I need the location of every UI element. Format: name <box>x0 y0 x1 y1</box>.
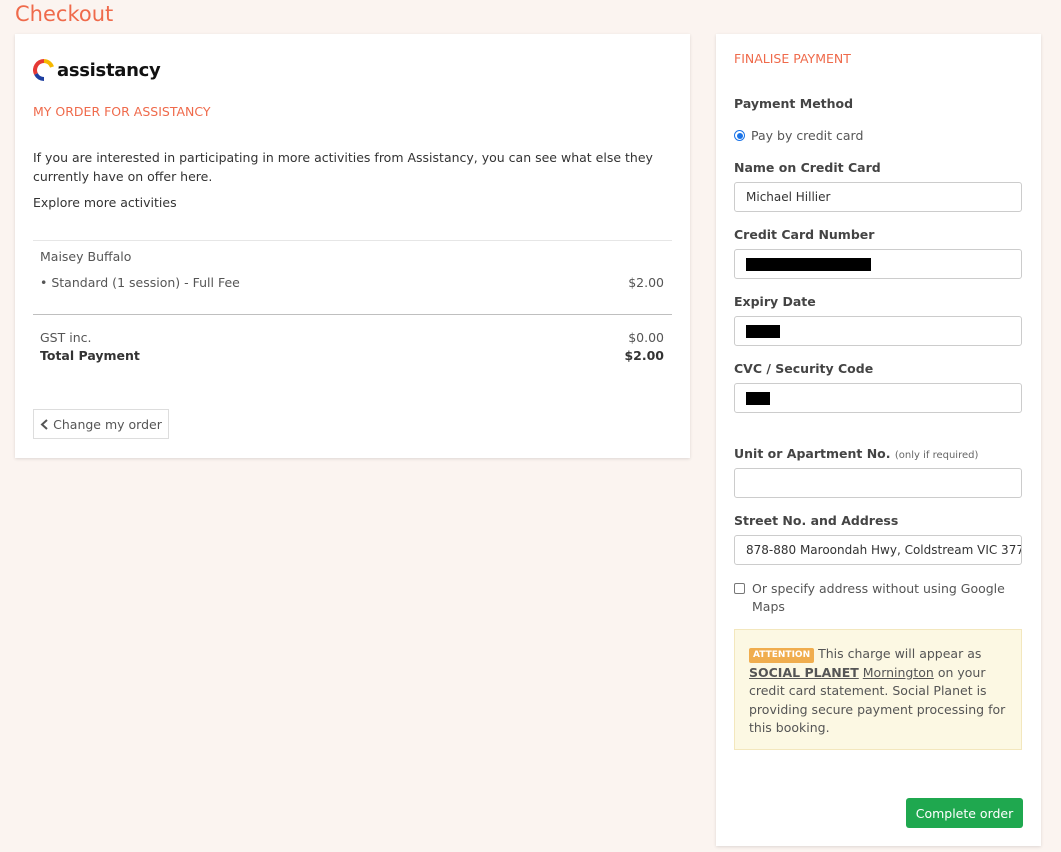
manual-address-checkbox[interactable] <box>734 583 745 594</box>
brand-logo-icon <box>33 59 54 81</box>
attention-prefix: This charge will appear as <box>818 646 982 661</box>
pay-by-card-label: Pay by credit card <box>751 128 864 143</box>
cvc-field[interactable] <box>734 383 1022 413</box>
attention-notice: ATTENTION This charge will appear as SOC… <box>734 629 1022 750</box>
unit-field[interactable] <box>734 468 1022 498</box>
redacted-card-number <box>746 258 871 271</box>
gst-label: GST inc. <box>40 330 92 345</box>
brand-logo: assistancy <box>33 56 161 84</box>
line-item-description: • Standard (1 session) - Full Fee <box>40 275 240 290</box>
card-number-label: Credit Card Number <box>734 227 875 242</box>
card-number-field[interactable] <box>734 249 1022 279</box>
card-name-label: Name on Credit Card <box>734 160 881 175</box>
change-order-label: Change my order <box>53 416 162 432</box>
complete-order-button[interactable]: Complete order <box>906 798 1023 828</box>
total-label: Total Payment <box>40 348 140 363</box>
pay-by-card-option[interactable]: Pay by credit card <box>734 128 863 143</box>
payment-card: FINALISE PAYMENT Payment Method Pay by c… <box>716 34 1041 846</box>
expiry-field[interactable] <box>734 316 1022 346</box>
chevron-left-icon <box>40 418 48 430</box>
street-address-field[interactable]: 878-880 Maroondah Hwy, Coldstream VIC 37… <box>734 535 1022 565</box>
expiry-label: Expiry Date <box>734 294 816 309</box>
attention-badge: ATTENTION <box>749 648 815 663</box>
gst-amount: $0.00 <box>628 330 664 345</box>
redacted-cvc <box>746 392 770 405</box>
card-name-field[interactable]: Michael Hillier <box>734 182 1022 212</box>
unit-hint: (only if required) <box>894 450 979 461</box>
unit-label-text: Unit or Apartment No. <box>734 446 891 461</box>
manual-address-option[interactable]: Or specify address without using Google … <box>734 580 1022 616</box>
line-item-amount: $2.00 <box>628 275 664 290</box>
unit-label: Unit or Apartment No. (only if required) <box>734 446 978 461</box>
merchant-location: Mornington <box>862 664 934 680</box>
change-order-button[interactable]: Change my order <box>33 409 169 439</box>
total-amount: $2.00 <box>624 348 664 363</box>
payment-method-label: Payment Method <box>734 96 854 111</box>
page-title: Checkout <box>15 2 114 26</box>
order-heading: MY ORDER FOR ASSISTANCY <box>33 104 211 119</box>
pay-by-card-radio[interactable] <box>734 130 745 141</box>
brand-name: assistancy <box>57 59 161 81</box>
merchant-name: SOCIAL PLANET <box>749 664 859 680</box>
attendee-name: Maisey Buffalo <box>40 249 132 264</box>
street-label: Street No. and Address <box>734 513 899 528</box>
order-summary-card: assistancy MY ORDER FOR ASSISTANCY If yo… <box>15 34 690 458</box>
totals-divider <box>33 314 672 315</box>
redacted-expiry <box>746 325 780 338</box>
intro-text: If you are interested in participating i… <box>33 150 653 184</box>
divider <box>33 240 672 241</box>
payment-heading: FINALISE PAYMENT <box>734 51 851 66</box>
explore-activities-link[interactable]: Explore more activities <box>33 195 177 210</box>
cvc-label: CVC / Security Code <box>734 361 874 376</box>
manual-address-label: Or specify address without using Google … <box>752 581 1005 614</box>
